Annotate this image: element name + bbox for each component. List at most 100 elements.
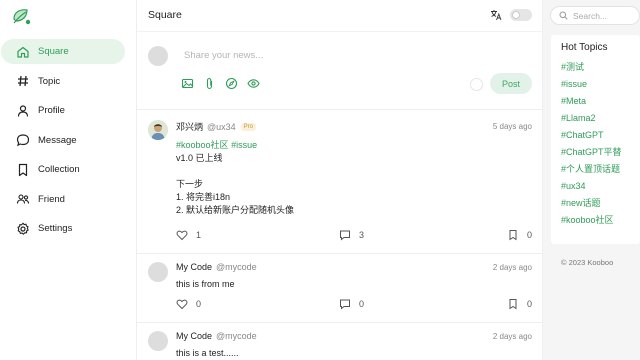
topic-link[interactable]: #Llama2 — [561, 110, 640, 127]
sidebar-item-label: Square — [38, 46, 69, 57]
chat-bubble-icon — [16, 133, 30, 147]
avatar[interactable] — [148, 331, 168, 351]
attachment-icon[interactable] — [203, 77, 216, 92]
search-placeholder: Search... — [573, 10, 608, 21]
comment-action[interactable]: 3 — [339, 229, 507, 241]
sidebar-item-square[interactable]: Square — [1, 39, 125, 64]
heart-icon — [176, 230, 188, 241]
comment-count: 0 — [359, 299, 365, 309]
heart-icon — [176, 299, 188, 310]
topic-link[interactable]: #ChatGPT — [561, 127, 640, 144]
search-input[interactable]: Search... — [550, 6, 640, 25]
comment-icon — [340, 299, 351, 310]
sidebar-item-message[interactable]: Message — [1, 128, 125, 153]
avatar[interactable] — [148, 262, 168, 282]
sidebar-item-topic[interactable]: Topic — [1, 69, 125, 94]
like-count: 0 — [196, 299, 202, 309]
gear-icon — [16, 222, 30, 236]
like-action[interactable]: 1 — [176, 229, 339, 241]
topic-link[interactable]: #个人置顶话题 — [561, 161, 640, 178]
post-body: #kooboo社区 #issue v1.0 已上线 下一步 1. 将完善i18n… — [176, 139, 294, 217]
topic-link[interactable]: #ux34 — [561, 178, 640, 195]
sidebar-item-label: Topic — [38, 75, 61, 87]
author-name[interactable]: My Code — [176, 262, 212, 272]
copyright: © 2023 Kooboo — [561, 258, 614, 267]
topic-tag[interactable]: #issue — [231, 140, 257, 150]
post-composer: Share your news... Post — [137, 31, 543, 110]
post-item: 邓兴炳 @ux34 Pro 5 days ago #kooboo社区 #issu… — [137, 110, 543, 254]
topic-link[interactable]: #测试 — [561, 59, 640, 76]
home-icon — [16, 45, 30, 59]
sidebar-item-profile[interactable]: Profile — [1, 98, 125, 123]
post-text: this is from me — [176, 279, 235, 289]
composer-input[interactable]: Share your news... — [184, 50, 263, 61]
topic-link[interactable]: #issue — [561, 76, 640, 93]
post-header: My Code @mycode — [176, 262, 257, 272]
hash-icon — [16, 74, 30, 88]
hot-topics-card: Hot Topics #测试 #issue #Meta #Llama2 #Cha… — [551, 35, 640, 244]
post-header: 邓兴炳 @ux34 Pro — [176, 120, 257, 133]
post-actions: 1 3 0 — [176, 229, 532, 241]
topic-link[interactable]: #Meta — [561, 93, 640, 110]
author-name[interactable]: 邓兴炳 — [176, 120, 203, 133]
post-item: My Code @mycode 2 days ago this is a tes… — [137, 323, 543, 360]
composer-tools — [181, 77, 260, 92]
post-timestamp: 2 days ago — [492, 332, 532, 341]
bookmark-count: 0 — [526, 230, 532, 240]
compass-icon[interactable] — [225, 77, 238, 92]
bookmark-icon — [509, 230, 517, 241]
author-handle[interactable]: @mycode — [216, 262, 257, 272]
post-text: this is a test...... — [176, 348, 239, 358]
post-actions: 0 0 0 — [176, 298, 532, 310]
friends-icon — [16, 192, 30, 206]
like-action[interactable]: 0 — [176, 298, 339, 310]
toggle-knob — [512, 11, 520, 19]
comment-icon — [340, 230, 351, 241]
author-handle[interactable]: @ux34 — [207, 122, 236, 132]
comment-action[interactable]: 0 — [339, 298, 507, 310]
sidebar-item-friend[interactable]: Friend — [1, 187, 125, 212]
sidebar: Square Topic Profile Message Collection — [0, 0, 137, 360]
bookmark-action[interactable]: 0 — [507, 298, 532, 310]
leaf-logo-icon[interactable] — [10, 6, 34, 28]
topic-link[interactable]: #ChatGPT平替 — [561, 144, 640, 161]
post-body: this is a test...... — [176, 347, 239, 360]
sidebar-nav: Square Topic Profile Message Collection — [0, 39, 137, 246]
topic-link[interactable]: #new话题 — [561, 195, 640, 212]
user-icon — [16, 104, 30, 118]
image-icon[interactable] — [181, 77, 194, 92]
feed-header: Square — [137, 0, 542, 31]
tags-line: #kooboo社区 #issue — [176, 140, 257, 150]
sidebar-item-collection[interactable]: Collection — [1, 157, 125, 182]
sidebar-item-label: Collection — [38, 164, 80, 175]
bookmark-icon — [16, 163, 30, 177]
main-feed: Square Share your news... Post 邓兴炳 @ux34… — [137, 0, 543, 360]
bookmark-icon — [509, 299, 517, 310]
theme-toggle[interactable] — [510, 9, 532, 21]
comment-count: 3 — [359, 230, 365, 240]
translate-icon[interactable] — [490, 9, 502, 21]
post-timestamp: 5 days ago — [492, 122, 532, 131]
author-name[interactable]: My Code — [176, 331, 212, 341]
topic-link[interactable]: #kooboo社区 — [561, 212, 640, 229]
author-handle[interactable]: @mycode — [216, 331, 257, 341]
right-panel: Search... Hot Topics #测试 #issue #Meta #L… — [543, 0, 640, 360]
like-count: 1 — [196, 230, 202, 240]
avatar — [148, 46, 168, 66]
post-body: this is from me — [176, 278, 235, 291]
search-icon — [559, 11, 568, 20]
post-button[interactable]: Post — [490, 73, 532, 94]
sidebar-item-label: Profile — [38, 105, 65, 116]
sidebar-item-label: Message — [38, 134, 77, 146]
post-header: My Code @mycode — [176, 331, 257, 341]
topic-tag[interactable]: #kooboo社区 — [176, 140, 229, 150]
eye-icon[interactable] — [247, 77, 260, 92]
post-text: v1.0 已上线 下一步 1. 将完善i18n 2. 默认给新账户分配随机头像 — [176, 153, 295, 215]
pro-badge: Pro — [240, 122, 257, 131]
hot-topics-title: Hot Topics — [561, 42, 608, 53]
avatar[interactable] — [148, 120, 168, 140]
bookmark-action[interactable]: 0 — [507, 229, 532, 241]
sidebar-item-label: Settings — [38, 223, 73, 234]
page-title: Square — [148, 9, 182, 21]
sidebar-item-settings[interactable]: Settings — [1, 216, 125, 241]
